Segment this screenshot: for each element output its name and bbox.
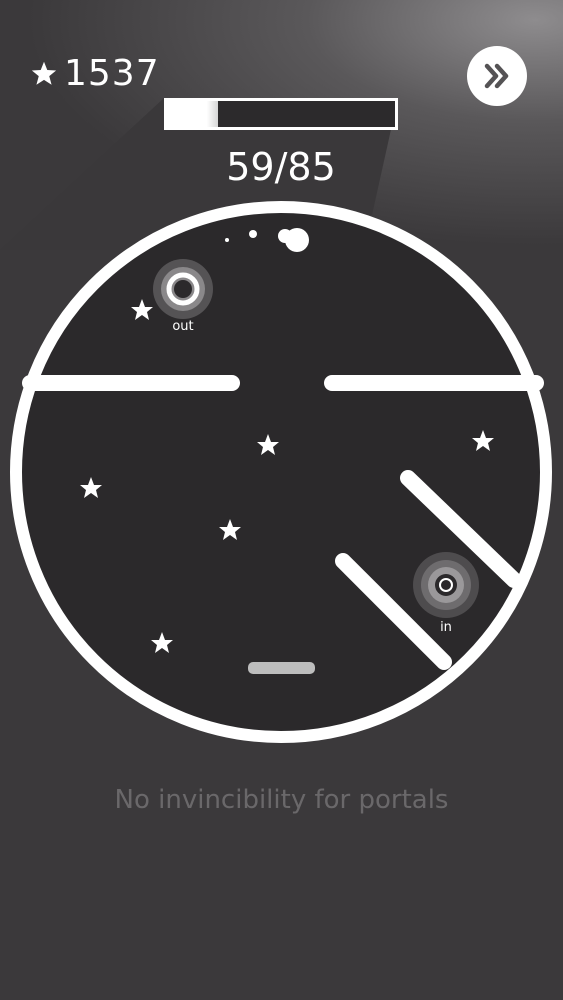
paddle[interactable] [248, 662, 315, 674]
hint-text: No invincibility for portals [114, 785, 449, 815]
game-screen: 1537 59/85 out in No invincibility for p… [0, 0, 563, 1000]
ball-trail [225, 238, 229, 242]
ball [285, 228, 309, 252]
portal-in-label: in [440, 620, 452, 635]
arena[interactable]: out in [0, 0, 563, 1000]
portal-out-label: out [172, 319, 193, 334]
ball-trail [249, 230, 257, 238]
